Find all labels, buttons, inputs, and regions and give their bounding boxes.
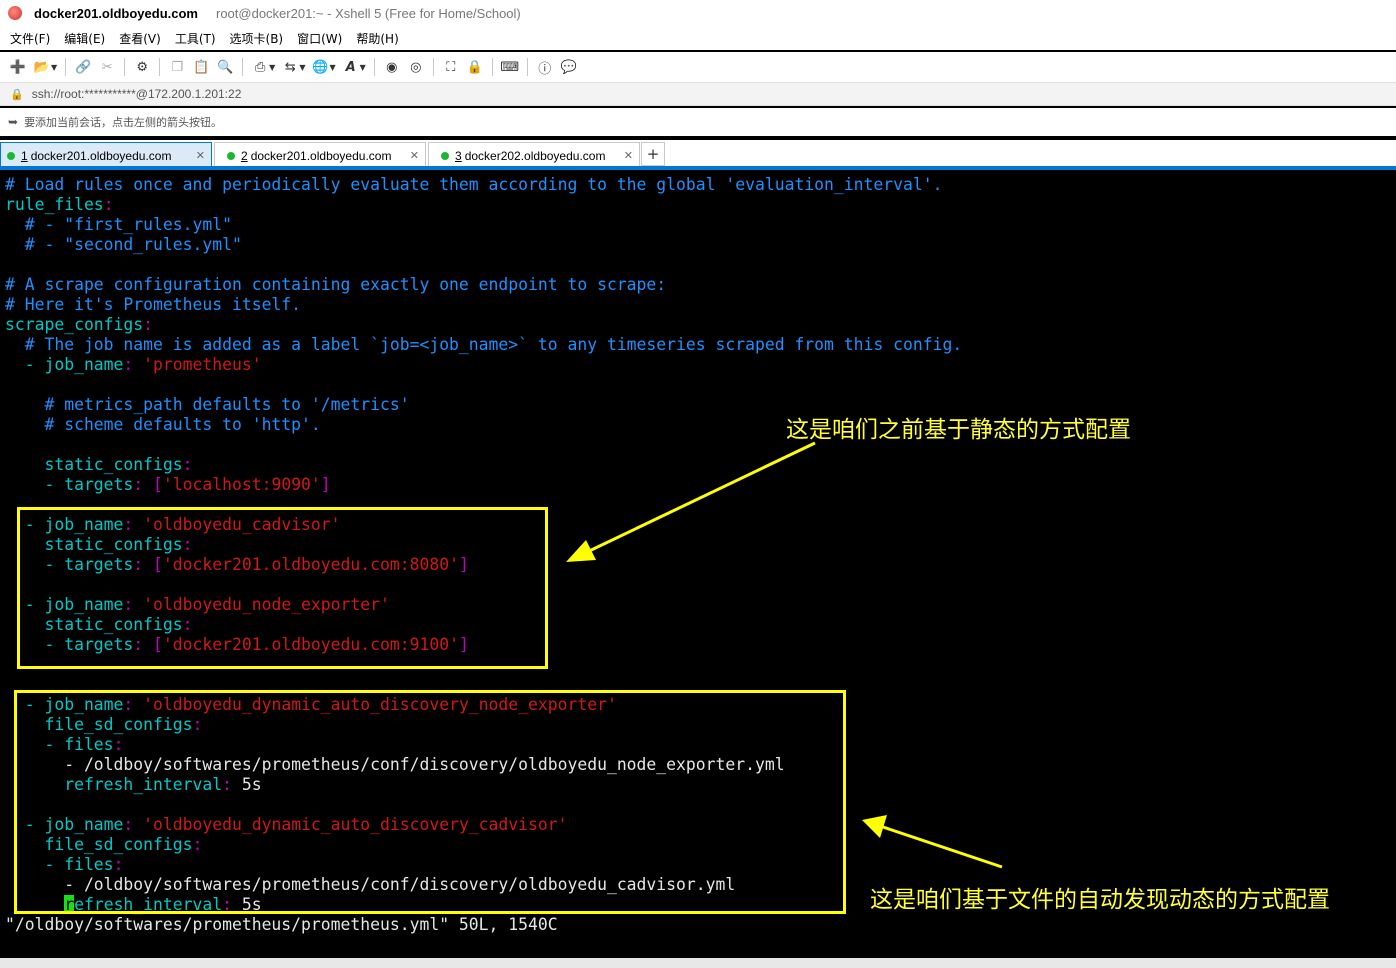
connected-status-icon: [441, 151, 449, 160]
terminal-line: # The job name is added as a label `job=…: [5, 335, 963, 354]
terminal-line: # Load rules once and periodically evalu…: [5, 175, 943, 194]
menu-window[interactable]: 窗口(W): [297, 30, 342, 47]
toolbar-divider: [65, 58, 67, 76]
toolbar-divider: [491, 58, 493, 76]
terminal-line: # scheme defaults to 'http'.: [5, 415, 321, 434]
toolbar-divider: [242, 58, 244, 76]
xftp-icon[interactable]: ◉: [384, 59, 400, 75]
toolbar-divider: [159, 58, 161, 76]
static-config-highlight-box: [17, 507, 548, 669]
yaml-key: - targets: [5, 475, 134, 494]
chevron-down-icon[interactable]: ▼: [269, 63, 275, 72]
chevron-down-icon[interactable]: ▼: [51, 63, 57, 72]
session-hint-bar: ➥ 要添加当前会话，点击左侧的箭头按钮。: [0, 108, 1396, 136]
font-icon[interactable]: A: [343, 59, 359, 75]
vim-status-line: "/oldboy/softwares/prometheus/prometheus…: [5, 915, 558, 934]
menu-tabs[interactable]: 选项卡(B): [230, 30, 284, 47]
yaml-key: static_configs: [5, 455, 183, 474]
menu-view[interactable]: 查看(V): [119, 30, 161, 47]
address-bar[interactable]: 🔒 ssh://root:***********@172.200.1.201:2…: [0, 82, 1396, 106]
connected-status-icon: [227, 151, 235, 160]
tab-label: docker201.oldboyedu.com: [30, 148, 172, 163]
terminal-line: - job_name: 'prometheus': [5, 355, 262, 374]
copy-icon[interactable]: ❐: [169, 59, 185, 75]
paste-icon[interactable]: 📋: [193, 59, 209, 75]
window-title: docker201.oldboyedu.com: [34, 5, 198, 21]
connected-status-icon: [7, 151, 15, 160]
help-icon[interactable]: ⓘ: [537, 59, 553, 77]
arrow-icon[interactable]: ➥: [8, 115, 18, 129]
dynamic-annotation-note: 这是咱们基于文件的自动发现动态的方式配置: [870, 887, 1330, 913]
status-bar: [0, 958, 1396, 968]
yaml-key: - job_name: [5, 355, 124, 374]
properties-icon[interactable]: ⚙: [134, 59, 150, 75]
tab-number: 3: [455, 148, 462, 163]
terminal-line: # metrics_path defaults to '/metrics': [5, 395, 410, 414]
open-folder-icon[interactable]: 📂: [34, 59, 50, 75]
connect-icon[interactable]: 🔗: [75, 59, 91, 75]
terminal-line: - targets: ['localhost:9090']: [5, 475, 331, 494]
session-address[interactable]: ssh://root:***********@172.200.1.201:22: [32, 87, 242, 101]
terminal-line: # - "second_rules.yml": [5, 235, 242, 254]
tab-number: 2: [241, 148, 248, 163]
chevron-down-icon[interactable]: ▼: [329, 63, 335, 72]
static-annotation-note: 这是咱们之前基于静态的方式配置: [786, 417, 1131, 443]
fullscreen-icon[interactable]: ⛶: [443, 59, 459, 75]
yaml-value: 'prometheus': [143, 355, 262, 374]
title-bar: docker201.oldboyedu.com root@docker201:~…: [0, 0, 1396, 26]
terminal-line: static_configs:: [5, 455, 193, 474]
toolbar-divider: [124, 58, 126, 76]
comment-icon[interactable]: 💬: [561, 59, 577, 75]
tab-2[interactable]: 2 docker201.oldboyedu.com ✕: [214, 142, 426, 168]
lock-icon: 🔒: [10, 87, 24, 101]
terminal-line: # - "first_rules.yml": [5, 215, 232, 234]
terminal-line: # Here it's Prometheus itself.: [5, 295, 302, 314]
menu-file[interactable]: 文件(F): [10, 30, 50, 47]
tab-number: 1: [21, 148, 28, 163]
globe-icon[interactable]: 🌐: [312, 59, 328, 75]
menu-tools[interactable]: 工具(T): [175, 30, 216, 47]
toolbar: ➕ 📂 ▼ 🔗 ✂ ⚙ ❐ 📋 🔍 ⎙ ▼ ⇆ ▼ 🌐 ▼ A ▼ ◉ ◎ ⛶ 🔒 ⌨ ⓘ…: [0, 52, 1396, 82]
xshell-app-icon: [8, 6, 22, 20]
close-icon[interactable]: ✕: [196, 149, 205, 162]
print-icon[interactable]: ⎙: [252, 59, 268, 75]
menu-bar: 文件(F) 编辑(E) 查看(V) 工具(T) 选项卡(B) 窗口(W) 帮助(…: [0, 26, 1396, 50]
close-icon[interactable]: ✕: [410, 149, 419, 162]
transfer-icon[interactable]: ⇆: [282, 59, 298, 75]
disconnect-icon[interactable]: ✂: [99, 59, 115, 75]
session-hint-text: 要添加当前会话，点击左侧的箭头按钮。: [24, 116, 223, 129]
terminal-line: # A scrape configuration containing exac…: [5, 275, 667, 294]
xmanager-icon[interactable]: ◎: [408, 59, 424, 75]
chevron-down-icon[interactable]: ▼: [299, 63, 305, 72]
yaml-key: rule_files: [5, 195, 104, 214]
lock-icon[interactable]: 🔒: [467, 59, 483, 75]
terminal-line: rule_files:: [5, 195, 114, 214]
menu-edit[interactable]: 编辑(E): [64, 30, 105, 47]
find-icon[interactable]: 🔍: [217, 59, 233, 75]
dynamic-config-highlight-box: [14, 690, 846, 914]
menu-help[interactable]: 帮助(H): [356, 30, 398, 47]
new-session-icon[interactable]: ➕: [10, 59, 26, 75]
toolbar-divider: [526, 58, 528, 76]
yaml-key: scrape_configs: [5, 315, 144, 334]
keyboard-icon[interactable]: ⌨: [500, 59, 519, 75]
close-icon[interactable]: ✕: [624, 149, 633, 162]
tab-label: docker202.oldboyedu.com: [464, 148, 606, 163]
tab-label: docker201.oldboyedu.com: [250, 148, 392, 163]
yaml-value: 'localhost:9090': [162, 475, 321, 494]
chevron-down-icon[interactable]: ▼: [360, 63, 366, 72]
add-tab-button[interactable]: +: [641, 142, 665, 166]
terminal-line: scrape_configs:: [5, 315, 154, 334]
toolbar-divider: [373, 58, 375, 76]
tab-3[interactable]: 3 docker202.oldboyedu.com ✕: [428, 142, 640, 168]
tab-bar: 1 docker201.oldboyedu.com ✕ 2 docker201.…: [0, 140, 1396, 168]
window-subtitle: root@docker201:~ - Xshell 5 (Free for Ho…: [216, 5, 521, 21]
toolbar-divider: [432, 58, 434, 76]
tab-1[interactable]: 1 docker201.oldboyedu.com ✕: [0, 142, 212, 168]
